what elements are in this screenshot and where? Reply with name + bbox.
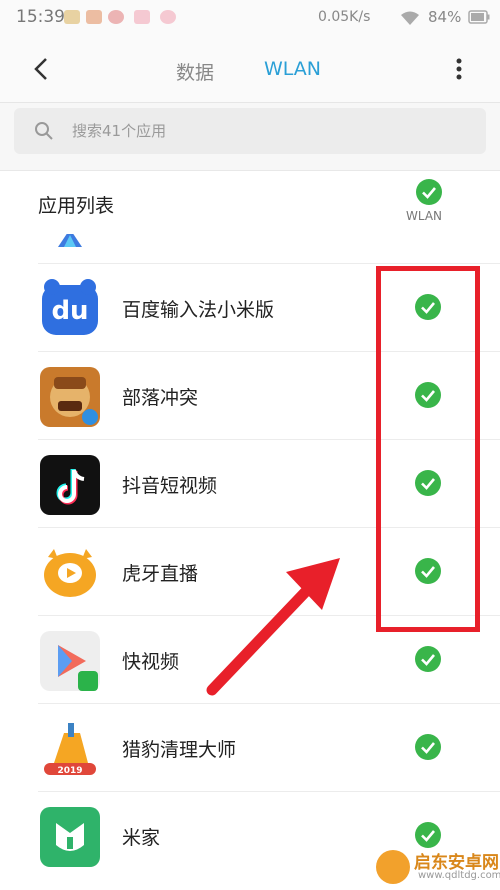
kuaishipin-icon — [40, 631, 100, 691]
battery-icon — [468, 10, 490, 24]
column-label-wlan: WLAN — [406, 209, 443, 223]
svg-text:du: du — [51, 296, 88, 326]
wlan-check-icon[interactable] — [415, 822, 441, 848]
mijia-icon — [40, 807, 100, 867]
battery-level: 84% — [428, 8, 462, 26]
huya-icon — [44, 549, 96, 597]
watermark-url: www.qdltdg.com — [418, 870, 500, 881]
notification-icon — [108, 10, 124, 24]
top-nav: 数据 WLAN — [0, 36, 500, 103]
back-arrow-icon[interactable] — [28, 54, 58, 84]
play-notification-icon — [134, 10, 150, 24]
tab-data[interactable]: 数据 — [176, 58, 214, 85]
select-all-check-icon[interactable] — [416, 179, 442, 205]
status-bar: 15:39 0.05K/s 84% — [0, 0, 500, 36]
list-item[interactable] — [0, 234, 500, 264]
tab-wlan[interactable]: WLAN — [264, 58, 321, 80]
douyin-icon — [40, 455, 100, 515]
cleanmaster-icon: 2019 — [44, 723, 96, 776]
app-name: 部落冲突 — [122, 387, 199, 409]
network-speed: 0.05K/s — [318, 9, 371, 25]
list-header: 应用列表 WLAN — [0, 170, 500, 235]
wifi-icon — [401, 11, 419, 25]
app-name: 猎豹清理大师 — [122, 739, 237, 761]
search-input[interactable]: 搜索41个应用 — [14, 108, 486, 154]
status-time: 15:39 — [16, 7, 65, 27]
highlight-box — [376, 266, 480, 632]
app-name: 抖音短视频 — [122, 475, 218, 497]
baidu-input-icon: du — [42, 279, 98, 335]
watermark-logo-icon — [376, 850, 410, 884]
map-app-icon — [58, 234, 82, 247]
wlan-check-icon[interactable] — [415, 734, 441, 760]
list-title: 应用列表 — [38, 195, 115, 217]
app-name: 百度输入法小米版 — [122, 299, 275, 321]
notification-icon — [64, 10, 80, 24]
heart-notification-icon — [160, 10, 176, 24]
clash-of-clans-icon — [40, 367, 100, 427]
notification-icon — [86, 10, 102, 24]
watermark: 启东安卓网 www.qdltdg.com — [376, 846, 500, 890]
list-item[interactable]: 2019 猎豹清理大师 — [0, 704, 500, 792]
search-icon — [35, 122, 53, 140]
app-name: 米家 — [122, 827, 161, 849]
search-placeholder: 搜索41个应用 — [72, 122, 167, 140]
more-options-icon[interactable] — [446, 54, 472, 84]
app-name: 虎牙直播 — [122, 563, 199, 585]
app-name: 快视频 — [122, 651, 180, 673]
svg-text:2019: 2019 — [57, 766, 82, 776]
wlan-check-icon[interactable] — [415, 646, 441, 672]
